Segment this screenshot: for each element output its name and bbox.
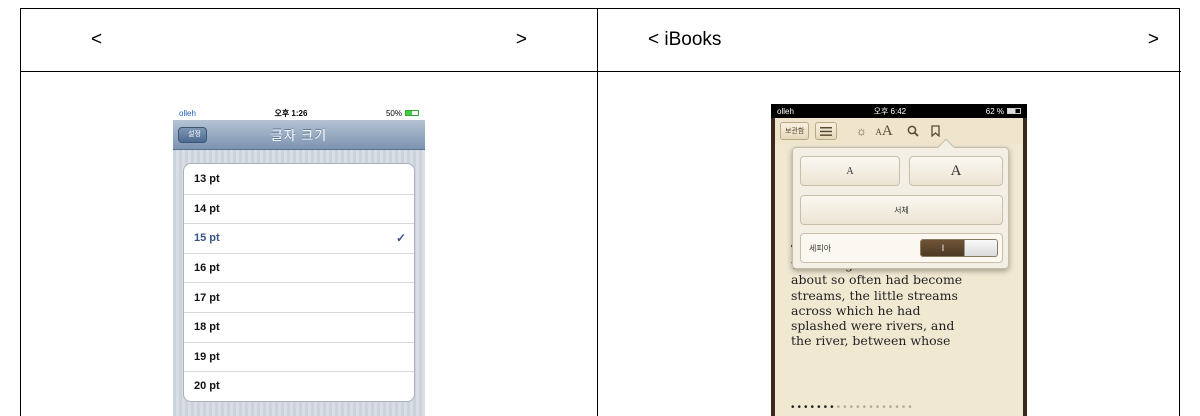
battery-icon (1007, 108, 1021, 114)
nav-title: 글자 크기 (270, 128, 328, 143)
battery-icon (404, 110, 419, 116)
checkmark-icon: ✓ (395, 231, 406, 246)
book-text-line: across which he had (791, 302, 921, 318)
right-header-cell: < iBooks > (598, 9, 1181, 71)
font-button[interactable]: 서체 (800, 195, 1003, 225)
battery-percent: 50% (385, 108, 402, 118)
font-size-option[interactable]: 16 pt (184, 252, 414, 283)
sepia-row: 세피아 I (800, 233, 1003, 263)
book-text-line: the river, between whose (791, 333, 951, 349)
right-header-title: < iBooks (648, 29, 722, 50)
font-size-option[interactable]: 13 pt (184, 164, 414, 194)
settings-font-size-screenshot: olleh 오후 1:26 50% 설정 글자 크기 13 pt 14 pt 15 … (173, 106, 425, 416)
status-time: 오후 6:42 (873, 106, 907, 116)
font-size-option-label: 15 pt (194, 232, 220, 245)
page-progress-dots[interactable]: ••••••••••••••••••• (791, 402, 915, 413)
book-text-line: splashed were rivers, and (791, 318, 955, 334)
font-size-option[interactable]: 17 pt (184, 282, 414, 312)
font-size-option-label: 18 pt (194, 321, 220, 334)
book-text-line: streams, the little streams (791, 287, 958, 303)
sepia-toggle[interactable]: I (920, 239, 998, 257)
status-bar: olleh 오후 6:42 62 % (771, 104, 1027, 118)
list-icon[interactable] (815, 122, 838, 140)
battery-percent: 62 % (985, 106, 1004, 116)
left-header-prev: < (91, 29, 103, 50)
left-header-next: > (515, 29, 527, 50)
status-bar: olleh 오후 1:26 50% (173, 106, 425, 120)
left-header-cell: < > (21, 9, 597, 71)
sepia-label: 세피아 (809, 244, 832, 253)
right-header-next: > (1147, 29, 1159, 50)
brightness-icon[interactable]: ☼ (853, 124, 869, 138)
font-size-option[interactable]: 19 pt (184, 341, 414, 372)
battery-status: 50% (386, 109, 419, 118)
font-size-large-glyph: A (881, 122, 893, 139)
font-size-icon[interactable]: A A (875, 123, 899, 140)
font-settings-popover: A A 서체 세피아 I (792, 138, 1009, 269)
carrier-label: olleh (777, 106, 794, 116)
back-button[interactable]: 설정 (178, 127, 207, 143)
carrier-label: olleh (179, 108, 196, 118)
toggle-knob (964, 240, 997, 256)
reader-toolbar: 보관함 ☼ A A (775, 118, 1023, 144)
battery-status: 62 % (986, 107, 1021, 116)
navigation-bar: 설정 글자 크기 (173, 120, 425, 150)
font-size-option[interactable]: 14 pt (184, 193, 414, 224)
progress-dot: • (908, 402, 915, 413)
font-size-option-label: 13 pt (194, 172, 220, 185)
font-size-option-label: 16 pt (194, 262, 220, 275)
library-button[interactable]: 보관함 (780, 122, 810, 140)
font-size-option-label: 20 pt (194, 380, 220, 393)
font-size-option[interactable]: 20 pt (184, 371, 414, 401)
font-size-option[interactable]: 18 pt (184, 311, 414, 342)
toggle-on-state: I (921, 240, 965, 256)
header-divider (21, 71, 1181, 72)
font-size-option-label: 14 pt (194, 202, 220, 215)
book-page: 보관함 ☼ A A The little dry ditches inwhich… (775, 118, 1023, 416)
increase-font-button[interactable]: A (909, 156, 1003, 186)
status-time: 오후 1:26 (274, 108, 308, 118)
search-icon[interactable] (905, 125, 921, 137)
bookmark-icon[interactable] (927, 125, 943, 137)
font-size-option-label: 17 pt (194, 291, 220, 304)
ibooks-screenshot: olleh 오후 6:42 62 % 보관함 ☼ A A The little … (771, 104, 1027, 416)
decrease-font-button[interactable]: A (800, 156, 900, 186)
book-text-line: about so often had become (791, 272, 963, 288)
font-size-option-label: 19 pt (194, 350, 220, 363)
font-size-list: 13 pt 14 pt 15 pt ✓ 16 pt 17 pt 18 pt 19 pt 20 p… (183, 163, 415, 402)
font-size-option[interactable]: 15 pt ✓ (184, 223, 414, 253)
